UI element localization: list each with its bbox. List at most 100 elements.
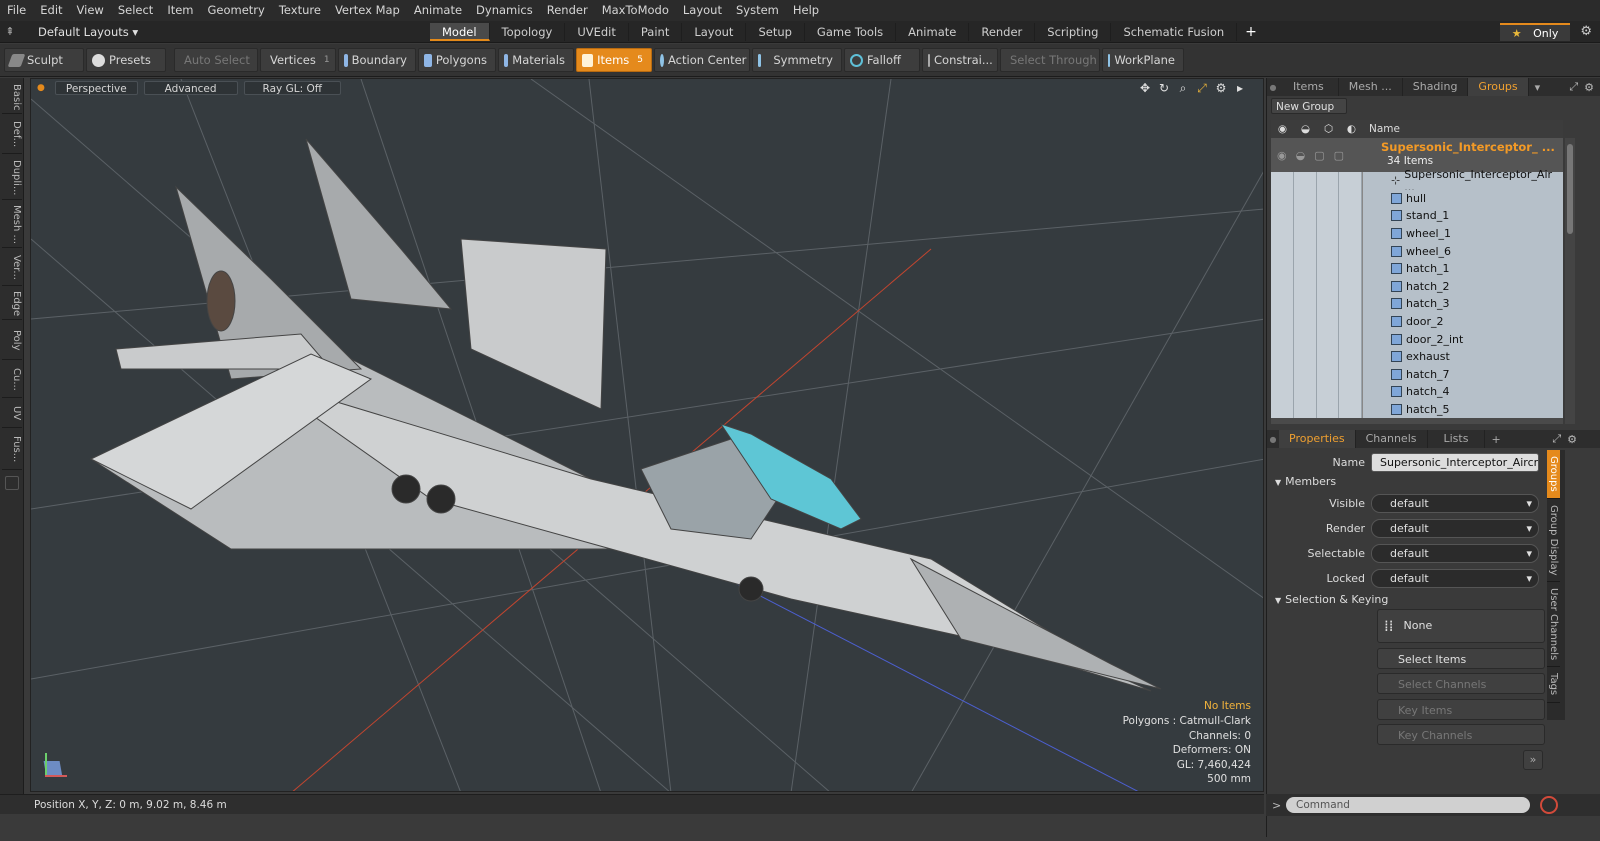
move-view-icon[interactable]: ✥	[1138, 81, 1152, 95]
left-tab-deform[interactable]: Def...	[2, 116, 22, 154]
props-gear-icon[interactable]: ⚙	[1567, 433, 1577, 446]
side-tab-group-display[interactable]: Group Display	[1547, 499, 1560, 583]
panel-expand-icon[interactable]: ⤢	[1569, 80, 1578, 94]
menu-help[interactable]: Help	[786, 0, 826, 21]
group-render-icon[interactable]: ◒	[1296, 149, 1306, 162]
presets-button[interactable]: Presets	[86, 48, 166, 72]
tab-schematic-fusion[interactable]: Schematic Fusion	[1111, 22, 1238, 41]
vertices-button[interactable]: Vertices 1	[260, 48, 336, 72]
3d-viewport[interactable]: ● Perspective Advanced Ray GL: Off ✥ ↻ ⌕…	[30, 78, 1264, 792]
list-item[interactable]: stand_1	[1271, 207, 1563, 225]
menu-system[interactable]: System	[729, 0, 786, 21]
left-tab-mesh[interactable]: Mesh ...	[2, 202, 22, 248]
zoom-view-icon[interactable]: ⌕	[1176, 81, 1190, 95]
auto-select-button[interactable]: Auto Select	[174, 48, 258, 72]
tab-topology[interactable]: Topology	[490, 22, 566, 41]
left-tab-uv[interactable]: UV	[2, 400, 22, 428]
none-button[interactable]: ⁞⁞ None	[1377, 609, 1545, 643]
list-item[interactable]: door_2_int	[1271, 330, 1563, 348]
panel-gear-icon[interactable]: ⚙	[1584, 81, 1594, 94]
tabs-dropdown-icon[interactable]: ▾	[1535, 81, 1541, 94]
list-item[interactable]: hull	[1271, 189, 1563, 208]
selectable-dropdown[interactable]: default ▾	[1371, 544, 1539, 563]
visible-col-icon[interactable]: ◉	[1271, 123, 1294, 135]
left-tab-duplicate[interactable]: Dupli...	[2, 156, 22, 200]
select-through-button[interactable]: Select Through	[1000, 48, 1100, 72]
falloff-button[interactable]: Falloff	[844, 48, 920, 72]
add-props-tab-icon[interactable]: +	[1491, 433, 1500, 446]
layout-selector[interactable]: Default Layouts ▾	[20, 25, 430, 39]
tab-scripting[interactable]: Scripting	[1035, 22, 1112, 41]
record-icon[interactable]	[1540, 796, 1558, 814]
menu-layout[interactable]: Layout	[676, 0, 729, 21]
menu-texture[interactable]: Texture	[272, 0, 328, 21]
group-list-scrollbar[interactable]	[1565, 138, 1575, 424]
select-col-icon[interactable]: ⬡	[1317, 123, 1340, 135]
viewport-gear-icon[interactable]: ⚙	[1214, 81, 1228, 95]
symmetry-button[interactable]: Symmetry	[752, 48, 842, 72]
sculpt-button[interactable]: Sculpt	[4, 48, 84, 72]
list-item[interactable]: hatch_7	[1271, 365, 1563, 384]
side-tab-groups[interactable]: Groups	[1547, 450, 1560, 499]
key-channels-button[interactable]: Key Channels	[1377, 724, 1545, 745]
shading-dropdown[interactable]: Advanced	[143, 81, 238, 95]
left-tab-fusion[interactable]: Fus...	[2, 430, 22, 470]
lock-col-icon[interactable]: ◐	[1340, 123, 1363, 135]
left-tab-curve[interactable]: Cu...	[2, 362, 22, 398]
expand-more-button[interactable]: »	[1523, 749, 1543, 770]
side-tab-tags[interactable]: Tags	[1547, 667, 1560, 703]
name-field[interactable]: Supersonic_Interceptor_Aircraft	[1371, 452, 1539, 472]
left-tab-expand-button[interactable]	[5, 476, 19, 490]
list-item[interactable]: ⊹ Supersonic_Interceptor_Air ...	[1271, 168, 1563, 194]
tab-items[interactable]: Items	[1279, 78, 1339, 96]
tab-game-tools[interactable]: Game Tools	[805, 22, 897, 41]
list-item[interactable]: hatch_2	[1271, 277, 1563, 296]
select-items-button[interactable]: Select Items	[1377, 647, 1545, 669]
new-group-button[interactable]: New Group	[1271, 98, 1347, 114]
name-column-header[interactable]: Name	[1363, 123, 1400, 135]
list-item[interactable]: wheel_6	[1271, 242, 1563, 260]
tab-properties[interactable]: Properties	[1279, 430, 1356, 448]
list-item[interactable]: door_2	[1271, 312, 1563, 331]
materials-button[interactable]: Materials	[498, 48, 574, 72]
command-input[interactable]: Command	[1286, 797, 1530, 813]
tab-uvedit[interactable]: UVEdit	[565, 22, 629, 41]
only-toggle[interactable]: ★ Only	[1499, 22, 1571, 41]
rotate-view-icon[interactable]: ↻	[1157, 81, 1171, 95]
left-tab-basic[interactable]: Basic	[2, 82, 22, 114]
items-button[interactable]: Items 5	[576, 48, 652, 72]
group-select-icon[interactable]: ▢	[1314, 149, 1324, 162]
boundary-button[interactable]: Boundary	[338, 48, 416, 72]
fit-view-icon[interactable]: ⤢	[1195, 81, 1209, 95]
render-col-icon[interactable]: ◒	[1294, 123, 1317, 135]
menu-animate[interactable]: Animate	[407, 0, 469, 21]
tab-shading[interactable]: Shading	[1403, 78, 1469, 96]
menu-dynamics[interactable]: Dynamics	[469, 0, 540, 21]
tab-groups[interactable]: Groups	[1468, 78, 1529, 96]
tab-setup[interactable]: Setup	[746, 22, 805, 41]
locked-dropdown[interactable]: default ▾	[1371, 569, 1539, 588]
menu-maxtomodo[interactable]: MaxToModo	[595, 0, 676, 21]
menu-render[interactable]: Render	[540, 0, 595, 21]
polygons-button[interactable]: Polygons	[418, 48, 496, 72]
view-mode-dropdown[interactable]: Perspective	[54, 81, 138, 95]
list-item[interactable]: hatch_4	[1271, 383, 1563, 401]
select-channels-button[interactable]: Select Channels	[1377, 673, 1545, 694]
menu-file[interactable]: File	[0, 0, 33, 21]
raygl-toggle[interactable]: Ray GL: Off	[243, 81, 341, 95]
tab-channels[interactable]: Channels	[1356, 430, 1428, 448]
menu-geometry[interactable]: Geometry	[201, 0, 272, 21]
left-tab-edge[interactable]: Edge	[2, 288, 22, 320]
list-item[interactable]: hatch_3	[1271, 295, 1563, 313]
visible-dropdown[interactable]: default ▾	[1371, 494, 1539, 513]
left-tab-vertex[interactable]: Ver...	[2, 250, 22, 286]
left-tab-polygon[interactable]: Poly	[2, 322, 22, 360]
tab-render[interactable]: Render	[969, 22, 1036, 41]
workplane-button[interactable]: WorkPlane	[1102, 48, 1184, 72]
group-lock-icon[interactable]: ▢	[1334, 149, 1344, 162]
tab-mesh[interactable]: Mesh ...	[1339, 78, 1403, 96]
tab-layout[interactable]: Layout	[682, 22, 747, 41]
add-tab-button[interactable]: +	[1237, 24, 1265, 40]
list-item[interactable]: hatch_1	[1271, 259, 1563, 278]
layout-arrow-icon[interactable]: ⇞	[0, 25, 20, 38]
